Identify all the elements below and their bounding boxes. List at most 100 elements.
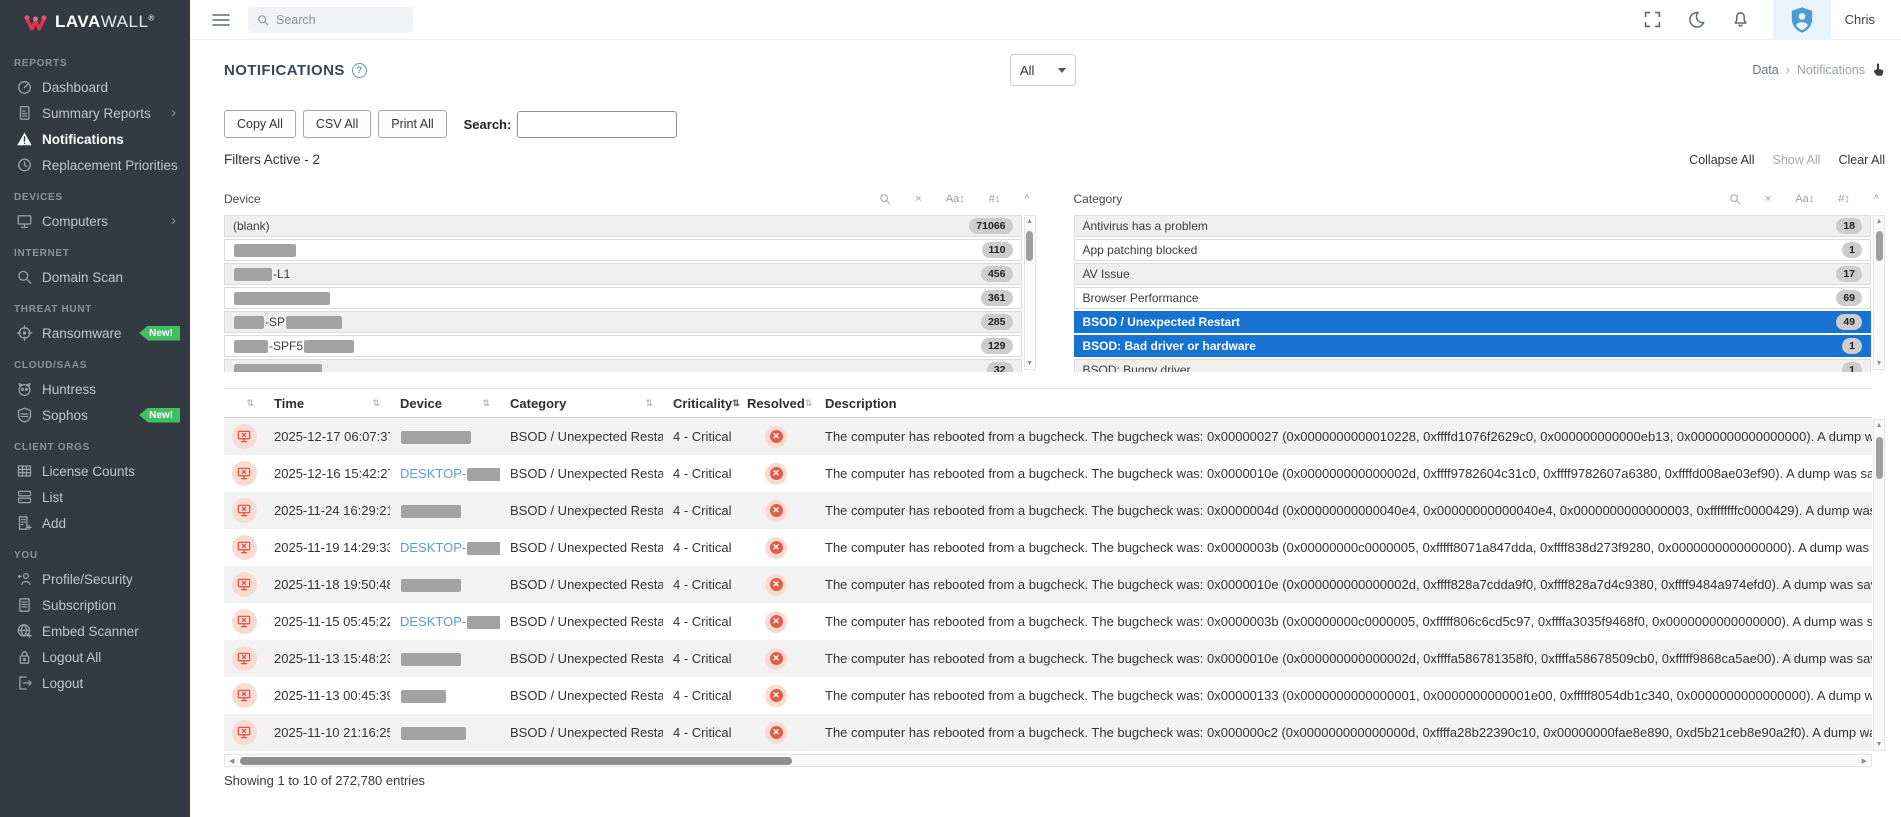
- scroll-right-icon[interactable]: ▶: [1858, 757, 1871, 765]
- username[interactable]: Chris: [1845, 12, 1875, 27]
- scroll-thumb[interactable]: [240, 757, 792, 765]
- panel-search-icon[interactable]: [1729, 193, 1741, 205]
- bsod-alert-icon[interactable]: [232, 609, 257, 634]
- panel-search-icon[interactable]: [879, 193, 891, 205]
- scroll-thumb[interactable]: [1026, 231, 1033, 261]
- filter-row[interactable]: App patching blocked1: [1074, 239, 1872, 261]
- filter-row[interactable]: -SP285: [224, 311, 1022, 333]
- scroll-down-icon[interactable]: ▼: [1876, 739, 1883, 750]
- user-avatar[interactable]: [1773, 0, 1831, 40]
- filter-row[interactable]: -L1456: [224, 263, 1022, 285]
- unresolved-icon[interactable]: ✕: [765, 500, 787, 522]
- sort-count-icon[interactable]: #↕: [989, 193, 1001, 205]
- device-link[interactable]: DESKTOP-: [400, 466, 466, 481]
- sidebar-item-notifications[interactable]: Notifications: [0, 126, 190, 152]
- scroll-thumb[interactable]: [1876, 231, 1883, 261]
- bsod-alert-icon[interactable]: [232, 572, 257, 597]
- table-header-device[interactable]: Device⇅: [390, 389, 500, 417]
- panel-clear-icon[interactable]: ×: [915, 193, 921, 205]
- help-icon[interactable]: ?: [352, 63, 367, 78]
- sidebar-item-huntress[interactable]: Huntress: [0, 376, 190, 402]
- unresolved-icon[interactable]: ✕: [765, 574, 787, 596]
- scroll-up-icon[interactable]: ▲: [1876, 216, 1883, 227]
- sidebar-item-add[interactable]: Add: [0, 510, 190, 536]
- csv-all-button[interactable]: CSV All: [303, 110, 371, 138]
- copy-all-button[interactable]: Copy All: [224, 110, 296, 138]
- sidebar-item-logout[interactable]: Logout: [0, 670, 190, 696]
- sidebar-item-sophos[interactable]: SophosNew!: [0, 402, 190, 428]
- bsod-alert-icon[interactable]: [232, 683, 257, 708]
- panel-clear-icon[interactable]: ×: [1765, 193, 1771, 205]
- print-all-button[interactable]: Print All: [378, 110, 446, 138]
- bsod-alert-icon[interactable]: [232, 461, 257, 486]
- sidebar-item-license-counts[interactable]: License Counts: [0, 458, 190, 484]
- collapse-all-link[interactable]: Collapse All: [1689, 153, 1754, 167]
- panel-vertical-scrollbar[interactable]: ▲▼: [1873, 215, 1885, 370]
- app-logo[interactable]: LAVAWALL®: [0, 0, 190, 44]
- global-search[interactable]: [248, 7, 413, 33]
- sidebar-item-dashboard[interactable]: Dashboard: [0, 74, 190, 100]
- hand-pointer-icon[interactable]: [1872, 63, 1885, 77]
- filter-row[interactable]: (blank)71066: [224, 215, 1022, 237]
- filter-row[interactable]: Antivirus has a problem18: [1074, 215, 1872, 237]
- sidebar-item-summary-reports[interactable]: Summary Reports›: [0, 100, 190, 126]
- sort-count-icon[interactable]: #↕: [1838, 193, 1850, 205]
- table-horizontal-scrollbar[interactable]: ◀ ▶: [224, 754, 1872, 767]
- fullscreen-icon[interactable]: [1644, 11, 1661, 28]
- show-all-link[interactable]: Show All: [1773, 153, 1821, 167]
- filter-row[interactable]: 32: [224, 359, 1022, 372]
- device-link[interactable]: DESKTOP-: [400, 540, 466, 555]
- unresolved-icon[interactable]: ✕: [765, 722, 787, 744]
- unresolved-icon[interactable]: ✕: [765, 537, 787, 559]
- breadcrumb-data[interactable]: Data: [1752, 63, 1778, 77]
- table-header-select[interactable]: ⇅: [224, 389, 264, 417]
- sort-alpha-icon[interactable]: Aa↕: [946, 193, 965, 205]
- menu-toggle-icon[interactable]: [212, 13, 230, 27]
- sidebar-item-logout-all[interactable]: Logout All: [0, 644, 190, 670]
- panel-collapse-icon[interactable]: ^: [1024, 193, 1029, 205]
- unresolved-icon[interactable]: ✕: [765, 463, 787, 485]
- scope-select[interactable]: All: [1010, 54, 1076, 86]
- panel-collapse-icon[interactable]: ^: [1874, 193, 1879, 205]
- sidebar-item-embed-scanner[interactable]: Embed Scanner: [0, 618, 190, 644]
- global-search-input[interactable]: [276, 13, 396, 27]
- filter-row[interactable]: BSOD: Buggy driver1: [1074, 359, 1872, 372]
- dark-mode-moon-icon[interactable]: [1688, 11, 1705, 28]
- unresolved-icon[interactable]: ✕: [765, 426, 787, 448]
- sidebar-item-list[interactable]: List: [0, 484, 190, 510]
- sidebar-item-subscription[interactable]: Subscription: [0, 592, 190, 618]
- scroll-left-icon[interactable]: ◀: [225, 757, 238, 765]
- unresolved-icon[interactable]: ✕: [765, 611, 787, 633]
- table-search-input[interactable]: [517, 111, 677, 138]
- sidebar-item-domain-scan[interactable]: Domain Scan: [0, 264, 190, 290]
- bsod-alert-icon[interactable]: [232, 646, 257, 671]
- sidebar-item-replacement-priorities[interactable]: Replacement Priorities: [0, 152, 190, 178]
- filter-row[interactable]: BSOD / Unexpected Restart49: [1074, 311, 1872, 333]
- unresolved-icon[interactable]: ✕: [765, 685, 787, 707]
- filter-row[interactable]: -SPF5129: [224, 335, 1022, 357]
- sidebar-item-profile-security[interactable]: Profile/Security: [0, 566, 190, 592]
- table-vertical-scrollbar[interactable]: ▲ ▼: [1873, 419, 1885, 751]
- notifications-bell-icon[interactable]: [1732, 11, 1749, 28]
- clear-all-link[interactable]: Clear All: [1838, 153, 1885, 167]
- sidebar-item-computers[interactable]: Computers›: [0, 208, 190, 234]
- device-link[interactable]: DESKTOP-: [400, 614, 466, 629]
- filter-row[interactable]: Browser Performance69: [1074, 287, 1872, 309]
- unresolved-icon[interactable]: ✕: [765, 648, 787, 670]
- filter-row[interactable]: 361: [224, 287, 1022, 309]
- scroll-down-icon[interactable]: ▼: [1876, 358, 1883, 369]
- scroll-up-icon[interactable]: ▲: [1026, 216, 1033, 227]
- table-header-resolved[interactable]: Resolved⇅: [737, 389, 815, 417]
- bsod-alert-icon[interactable]: [232, 720, 257, 745]
- scroll-down-icon[interactable]: ▼: [1026, 358, 1033, 369]
- table-header-criticality[interactable]: Criticality⇅: [663, 389, 737, 417]
- filter-row[interactable]: BSOD: Bad driver or hardware1: [1074, 335, 1872, 357]
- sort-alpha-icon[interactable]: Aa↕: [1795, 193, 1814, 205]
- sidebar-item-ransomware[interactable]: RansomwareNew!: [0, 320, 190, 346]
- filter-row[interactable]: AV Issue17: [1074, 263, 1872, 285]
- table-header-time[interactable]: Time⇅: [264, 389, 390, 417]
- table-header-category[interactable]: Category⇅: [500, 389, 663, 417]
- scroll-up-icon[interactable]: ▲: [1876, 420, 1883, 431]
- bsod-alert-icon[interactable]: [232, 498, 257, 523]
- filter-row[interactable]: 110: [224, 239, 1022, 261]
